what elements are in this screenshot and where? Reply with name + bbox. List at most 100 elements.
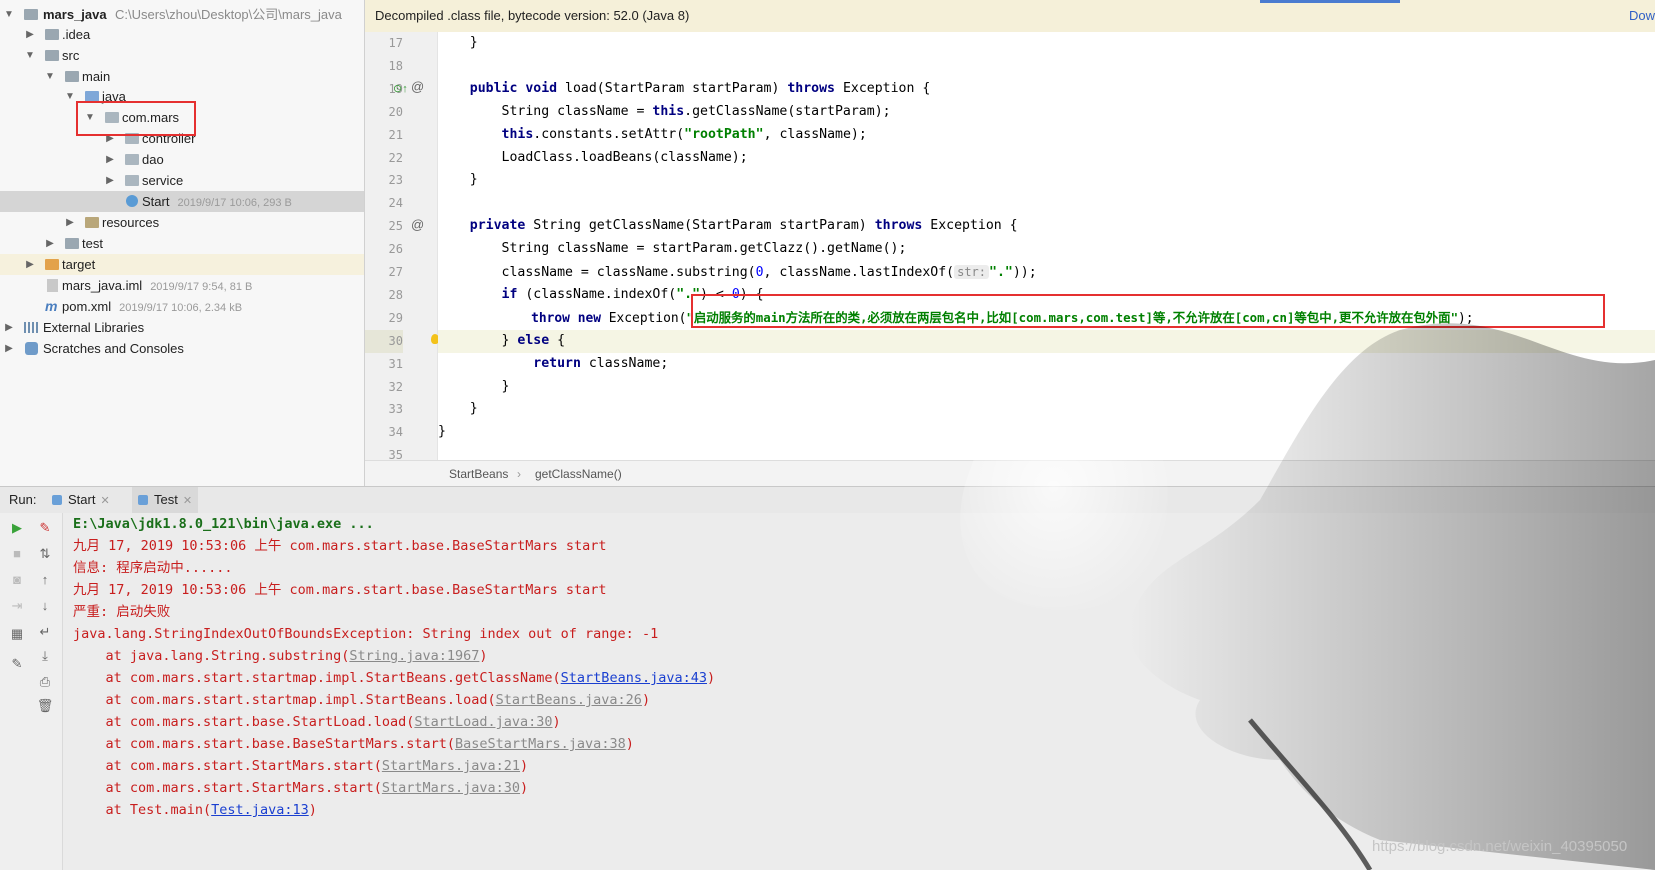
tree-item-label: Start 2019/9/17 10:06, 293 B xyxy=(142,194,292,209)
chevron-right-icon[interactable]: ▶ xyxy=(105,170,115,191)
tree-item-mars-java[interactable]: ▼ mars_java C:\Users\zhou\Desktop\公司\mar… xyxy=(0,4,364,25)
rerun-failed-icon[interactable]: ✎ xyxy=(36,519,54,537)
down-arrow-icon[interactable]: ↓ xyxy=(36,597,54,615)
decompiled-banner: Decompiled .class file, bytecode version… xyxy=(365,0,1655,33)
code-line: public void load(StartParam startParam) … xyxy=(469,80,931,96)
tree-item-label: main xyxy=(82,69,111,84)
soft-wrap-icon[interactable]: ↵ xyxy=(36,623,54,641)
folder-icon xyxy=(65,71,79,82)
package-icon xyxy=(125,154,139,165)
tree-item-target[interactable]: ▶ target xyxy=(0,254,364,275)
code-line: this.constants.setAttr("rootPath", class… xyxy=(501,126,867,142)
run-tab-test[interactable]: Test ✕ xyxy=(132,487,199,513)
line-number: 33 xyxy=(388,402,403,417)
stack-link[interactable]: StartBeans.java:26 xyxy=(496,692,642,708)
chevron-down-icon[interactable]: ▼ xyxy=(65,86,75,107)
breadcrumb-method[interactable]: getClassName() xyxy=(535,461,622,487)
console-output[interactable]: E:\Java\jdk1.8.0_121\bin\java.exe ... 九月… xyxy=(63,513,1655,870)
tab-label: Test xyxy=(154,492,178,507)
chevron-right-icon[interactable]: ▶ xyxy=(65,212,75,233)
stack-link[interactable]: StartBeans.java:43 xyxy=(561,670,707,686)
tree-item-service[interactable]: ▶ service xyxy=(0,170,364,191)
chevron-right-icon[interactable]: ▶ xyxy=(4,317,14,338)
camera-icon[interactable]: ◙ xyxy=(8,571,26,589)
tree-item-test[interactable]: ▶ test xyxy=(0,233,364,254)
stack-link[interactable]: StartMars.java:30 xyxy=(382,780,520,796)
trash-icon[interactable]: 🗑 xyxy=(36,697,54,715)
rerun-icon[interactable]: ▶ xyxy=(8,519,26,537)
stack-link[interactable]: String.java:1967 xyxy=(349,648,479,664)
code-editor[interactable]: } public void load(StartParam startParam… xyxy=(438,32,1655,460)
tree-item-resources[interactable]: ▶ resources xyxy=(0,212,364,233)
file-meta: 2019/9/17 9:54, 81 B xyxy=(150,281,253,293)
tree-item-label: Scratches and Consoles xyxy=(43,341,184,356)
exit-icon[interactable]: ⇥ xyxy=(8,597,26,615)
line-number: 21 xyxy=(388,127,403,142)
line-number: 30 xyxy=(365,329,403,353)
chevron-right-icon[interactable]: ▶ xyxy=(25,24,35,45)
library-icon xyxy=(24,322,38,333)
chevron-right-icon[interactable]: ▶ xyxy=(4,338,14,359)
tree-item-dao[interactable]: ▶ dao xyxy=(0,149,364,170)
pin-icon[interactable]: ✎ xyxy=(8,655,26,673)
run-config-icon xyxy=(52,495,62,505)
file-icon xyxy=(47,279,58,292)
stack-line: at Test.main(Test.java:13) xyxy=(73,802,317,818)
run-config-icon xyxy=(138,495,148,505)
chevron-right-icon[interactable]: ▶ xyxy=(105,149,115,170)
chevron-down-icon[interactable]: ▼ xyxy=(25,45,35,66)
print-icon[interactable]: ⎙ xyxy=(36,673,54,691)
class-icon xyxy=(126,195,138,207)
code-line: } xyxy=(438,172,478,188)
stack-link[interactable]: BaseStartMars.java:38 xyxy=(455,736,626,752)
line-number: 17 xyxy=(388,36,403,50)
highlight-box-exception-message xyxy=(691,294,1605,328)
tree-item-pom[interactable]: m pom.xml 2019/9/17 10:06, 2.34 kB xyxy=(0,296,364,317)
breadcrumb-class[interactable]: StartBeans xyxy=(449,461,508,487)
excluded-folder-icon xyxy=(45,259,59,270)
tree-item-src[interactable]: ▼ src xyxy=(0,45,364,66)
line-gutter: 17 18 19 20 21 22 23 24 25 26 27 28 29 3… xyxy=(365,32,439,462)
close-icon[interactable]: ✕ xyxy=(183,495,192,507)
chevron-right-icon[interactable]: ▶ xyxy=(45,233,55,254)
code-line: String className = startParam.getClazz()… xyxy=(438,241,907,257)
stack-link[interactable]: StartLoad.java:30 xyxy=(414,714,552,730)
code-line: LoadClass.loadBeans(className); xyxy=(438,149,748,165)
tree-item-external-libraries[interactable]: ▶ External Libraries xyxy=(0,317,364,338)
line-number: 29 xyxy=(388,310,403,325)
stack-link[interactable]: Test.java:13 xyxy=(211,802,309,818)
chevron-right-icon[interactable]: ▶ xyxy=(25,254,35,275)
tree-item-label: target xyxy=(62,257,96,272)
folder-icon xyxy=(45,29,59,40)
chevron-down-icon[interactable]: ▼ xyxy=(45,66,55,87)
tree-item-main[interactable]: ▼ main xyxy=(0,66,364,87)
stack-line: at com.mars.start.startmap.impl.StartBea… xyxy=(73,670,716,686)
stack-line: at com.mars.start.startmap.impl.StartBea… xyxy=(73,692,651,708)
file-meta: 2019/9/17 10:06, 2.34 kB xyxy=(119,302,243,314)
implements-icon[interactable]: ⊙↑ xyxy=(393,78,408,100)
scroll-to-end-icon[interactable]: ⤓ xyxy=(36,647,54,665)
run-tab-start[interactable]: Start ✕ xyxy=(52,487,110,513)
download-sources-link[interactable]: Dow xyxy=(1629,0,1655,32)
close-icon[interactable]: ✕ xyxy=(100,495,109,507)
tree-item-scratches[interactable]: ▶ Scratches and Consoles xyxy=(0,338,364,359)
code-line: className = className.substring(0, class… xyxy=(438,265,1037,280)
console-line: 九月 17, 2019 10:53:06 上午 com.mars.start.b… xyxy=(73,538,607,554)
stack-link[interactable]: StartMars.java:21 xyxy=(382,758,520,774)
chevron-right-icon: › xyxy=(517,467,521,481)
layout-icon[interactable]: ▦ xyxy=(8,625,26,643)
tree-item-iml[interactable]: mars_java.iml 2019/9/17 9:54, 81 B xyxy=(0,275,364,296)
tree-item-start[interactable]: Start 2019/9/17 10:06, 293 B xyxy=(0,191,364,212)
line-number: 24 xyxy=(388,196,403,211)
line-number: 20 xyxy=(388,104,403,119)
stack-line: at com.mars.start.base.StartLoad.load(St… xyxy=(73,714,561,730)
line-number: 23 xyxy=(388,173,403,188)
folder-icon xyxy=(65,238,79,249)
stop-icon[interactable]: ■ xyxy=(8,545,26,563)
sort-down-icon[interactable]: ⇅ xyxy=(36,545,54,563)
code-line: } xyxy=(438,35,478,50)
tree-item-idea[interactable]: ▶ .idea xyxy=(0,24,364,45)
chevron-down-icon[interactable]: ▼ xyxy=(4,4,14,25)
up-arrow-icon[interactable]: ↑ xyxy=(36,571,54,589)
code-line: } xyxy=(438,378,510,394)
